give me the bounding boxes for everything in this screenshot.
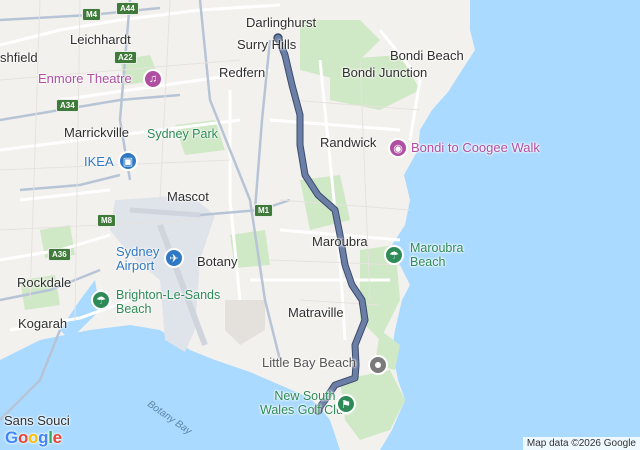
- label-rockdale: Rockdale: [17, 275, 72, 290]
- label-botany: Botany: [197, 254, 238, 269]
- poi-bondi-coogee-label[interactable]: Bondi to Coogee Walk: [411, 141, 540, 155]
- poi-little-bay-beach-label[interactable]: Little Bay Beach: [262, 356, 356, 370]
- label-darlinghurst: Darlinghurst: [246, 15, 317, 30]
- poi-sydney-park-label[interactable]: Sydney Park: [147, 127, 218, 141]
- label-marrickville: Marrickville: [64, 125, 129, 140]
- theatre-icon[interactable]: ♫: [143, 69, 163, 89]
- poi-ikea-label[interactable]: IKEA: [84, 155, 114, 169]
- label-sans-souci: Sans Souci: [4, 413, 70, 428]
- label-bondi-beach: Bondi Beach: [390, 48, 464, 63]
- beach-icon[interactable]: ☂: [91, 290, 111, 310]
- beach-icon[interactable]: ☂: [384, 245, 404, 265]
- poi-enmore-theatre-label[interactable]: Enmore Theatre: [38, 72, 132, 86]
- road-shield-m8: M8: [97, 214, 117, 227]
- road-shield-a44: A44: [116, 2, 139, 15]
- google-logo[interactable]: Google: [5, 428, 62, 448]
- poi-sydney-airport-label[interactable]: Sydney Airport: [116, 245, 159, 273]
- label-maroubra: Maroubra: [312, 234, 368, 249]
- poi-maroubra-beach-label[interactable]: Maroubra Beach: [410, 241, 464, 269]
- place-dot-icon[interactable]: [368, 355, 388, 375]
- label-redfern: Redfern: [219, 65, 266, 80]
- airplane-icon[interactable]: ✈: [164, 248, 184, 268]
- map-attribution[interactable]: Map data ©2026 Google: [522, 437, 640, 450]
- map-base: [0, 0, 640, 450]
- shopping-bag-icon[interactable]: ▣: [118, 151, 138, 171]
- road-shield-m4: M4: [82, 8, 102, 21]
- label-bondi-junction: Bondi Junction: [342, 65, 428, 80]
- road-shield-m1: M1: [254, 204, 274, 217]
- poi-brighton-beach-label[interactable]: Brighton-Le-Sands Beach: [116, 288, 220, 316]
- label-mascot: Mascot: [167, 189, 209, 204]
- camera-icon[interactable]: ◉: [388, 138, 408, 158]
- label-kogarah: Kogarah: [18, 316, 68, 331]
- label-randwick: Randwick: [320, 135, 377, 150]
- road-shield-a22: A22: [114, 51, 137, 64]
- label-ashfield: shfield: [0, 50, 38, 65]
- road-shield-a36: A36: [48, 248, 71, 261]
- golf-icon[interactable]: ⚑: [336, 394, 356, 414]
- label-matraville: Matraville: [288, 305, 344, 320]
- map-canvas[interactable]: M4 A44 A22 A34 M1 M8 A36 Darlinghurst Su…: [0, 0, 640, 450]
- label-surry-hills: Surry Hills: [237, 37, 297, 52]
- road-shield-a34: A34: [56, 99, 79, 112]
- label-leichhardt: Leichhardt: [70, 32, 131, 47]
